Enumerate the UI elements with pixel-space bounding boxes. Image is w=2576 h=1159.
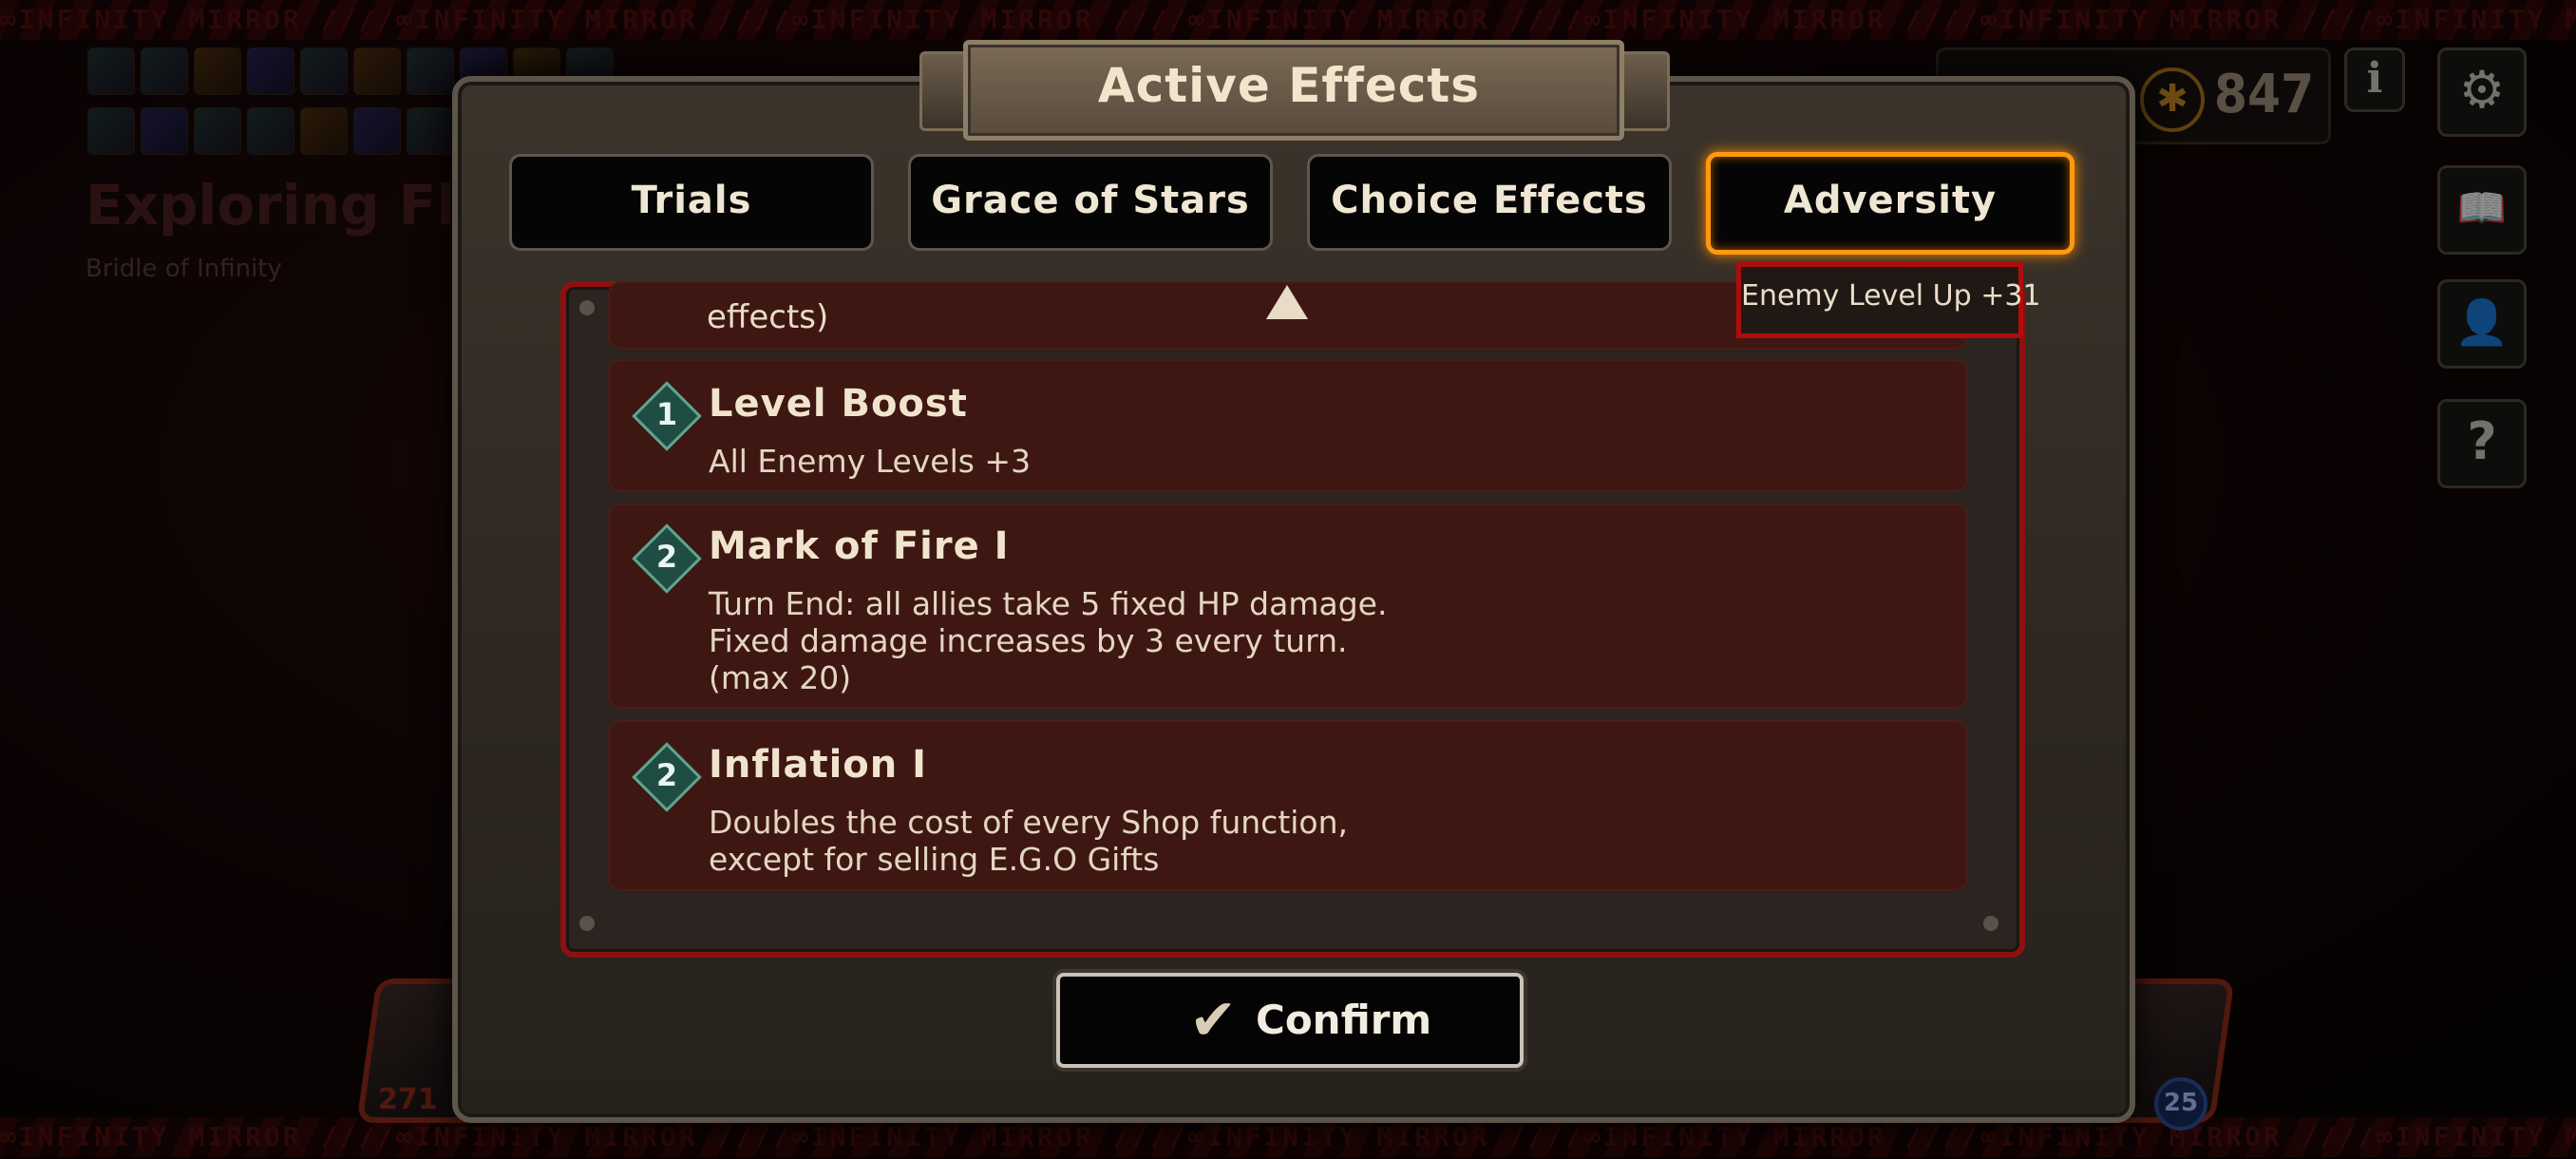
effect-card-inflation: 2 Inflation I Doubles the cost of every … [608,720,1968,891]
title-plate-cap-right [1619,51,1670,131]
checkmark-icon: ✔ [1189,987,1238,1054]
dialog-title: Active Effects [1097,58,1481,113]
tab-trials[interactable]: Trials [509,154,874,251]
confirm-label: Confirm [1256,997,1432,1043]
effect-description: Turn End: all allies take 5 fixed HP dam… [709,585,1388,696]
tab-grace-of-stars[interactable]: Grace of Stars [908,154,1273,251]
tier-number: 2 [655,539,678,575]
effect-card-level-boost: 1 Level Boost All Enemy Levels +3 [608,359,1968,492]
tier-number: 1 [655,396,678,432]
effect-title: Inflation I [709,743,928,787]
effect-card-mark-of-fire: 2 Mark of Fire I Turn End: all allies ta… [608,504,1968,709]
tab-choice-effects[interactable]: Choice Effects [1307,154,1672,251]
effect-description: Doubles the cost of every Shop function,… [709,804,1349,878]
effect-title: Mark of Fire I [709,524,1010,568]
confirm-button[interactable]: ✔ Confirm [1056,973,1524,1068]
effect-title: Level Boost [709,382,968,426]
partial-effect-text: effects) [707,298,829,336]
scroll-up-arrow-icon[interactable] [1266,285,1308,319]
enemy-level-up-badge: Enemy Level Up +31 [1736,262,2041,338]
effect-description: All Enemy Levels +3 [709,443,1032,480]
tab-adversity[interactable]: Adversity [1706,152,2074,255]
tier-number: 2 [655,757,678,793]
